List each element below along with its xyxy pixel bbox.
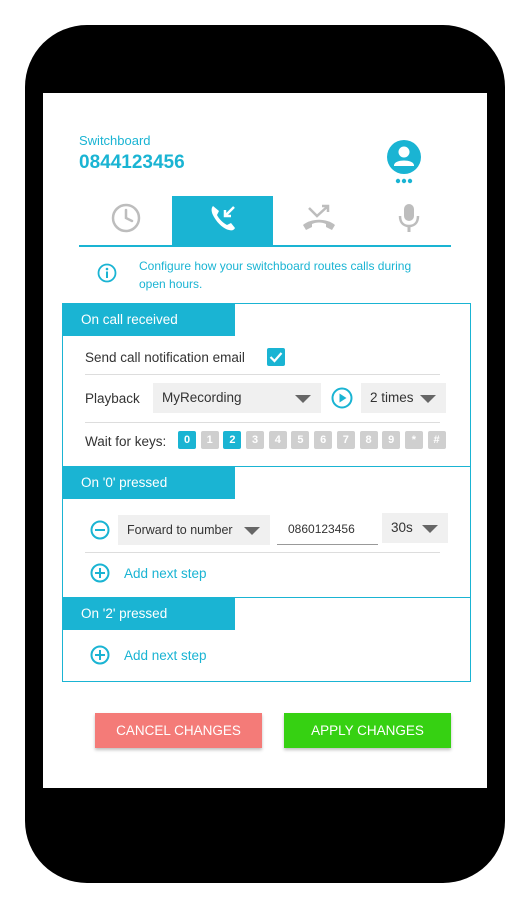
timeout-select[interactable]: 30s (382, 513, 448, 543)
notification-checkbox[interactable] (267, 348, 285, 366)
add-step-icon[interactable] (90, 645, 110, 670)
tab-open-hours[interactable] (79, 196, 172, 245)
microphone-icon (397, 202, 421, 239)
playback-select[interactable]: MyRecording (153, 383, 321, 413)
key-8[interactable]: 8 (359, 431, 378, 449)
info-icon (97, 263, 117, 288)
chevron-down-icon (244, 527, 260, 535)
cancel-changes-button[interactable]: CANCEL CHANGES (95, 713, 262, 748)
account-number: 0844123456 (79, 152, 185, 173)
app-screen: Switchboard 0844123456 Configure how you… (43, 93, 487, 788)
clock-icon (111, 203, 141, 238)
chevron-down-icon (422, 525, 438, 533)
timeout-select-value: 30s (391, 520, 413, 535)
phone-missed-icon (300, 203, 338, 238)
chevron-down-icon (295, 395, 311, 403)
key-selector: 0 1 2 3 4 5 6 7 8 9 * # (178, 431, 450, 449)
section-header-call-received: On call received (63, 304, 235, 336)
add-next-step-link[interactable]: Add next step (124, 648, 207, 663)
play-icon[interactable] (331, 387, 353, 414)
playback-label: Playback (85, 391, 140, 406)
row-divider (85, 374, 440, 375)
key-5[interactable]: 5 (291, 431, 310, 449)
remove-step-icon[interactable] (90, 520, 110, 545)
key-9[interactable]: 9 (382, 431, 401, 449)
key-0[interactable]: 0 (178, 431, 196, 449)
add-step-icon[interactable] (90, 563, 110, 588)
info-text-line-1: Configure how your switchboard routes ca… (139, 259, 412, 273)
key-2[interactable]: 2 (223, 431, 242, 449)
tab-voicemail[interactable] (366, 196, 451, 245)
tab-bar (79, 196, 451, 247)
checkmark-icon (269, 352, 283, 363)
chevron-down-icon (420, 395, 436, 403)
key-4[interactable]: 4 (268, 431, 287, 449)
section-header-pressed-0: On '0' pressed (63, 467, 235, 499)
info-text-line-2: open hours. (139, 277, 203, 291)
phone-incoming-icon (207, 202, 239, 239)
apply-changes-button[interactable]: APPLY CHANGES (284, 713, 451, 748)
key-hash[interactable]: # (427, 431, 446, 449)
add-next-step-link[interactable]: Add next step (124, 566, 207, 581)
tab-incoming-call[interactable] (172, 196, 273, 245)
key-star[interactable]: * (404, 431, 423, 449)
action-select-value: Forward to number (127, 523, 233, 537)
forward-number-input[interactable]: 0860123456 (277, 513, 378, 545)
row-divider (85, 552, 440, 553)
account-label: Switchboard (79, 133, 151, 148)
user-avatar-icon[interactable] (386, 140, 422, 186)
info-text: Configure how your switchboard routes ca… (139, 257, 411, 293)
notification-label: Send call notification email (85, 350, 245, 365)
key-1[interactable]: 1 (200, 431, 219, 449)
repeat-select[interactable]: 2 times (361, 383, 446, 413)
wait-keys-label: Wait for keys: (85, 434, 167, 449)
action-select[interactable]: Forward to number (118, 515, 270, 545)
key-3[interactable]: 3 (246, 431, 265, 449)
row-divider (85, 422, 440, 423)
key-6[interactable]: 6 (314, 431, 333, 449)
playback-select-value: MyRecording (162, 390, 242, 405)
section-header-pressed-2: On '2' pressed (63, 598, 235, 630)
repeat-select-value: 2 times (370, 390, 414, 405)
tab-missed-call[interactable] (273, 196, 366, 245)
routing-card: On call received Send call notification … (62, 303, 471, 682)
key-7[interactable]: 7 (336, 431, 355, 449)
